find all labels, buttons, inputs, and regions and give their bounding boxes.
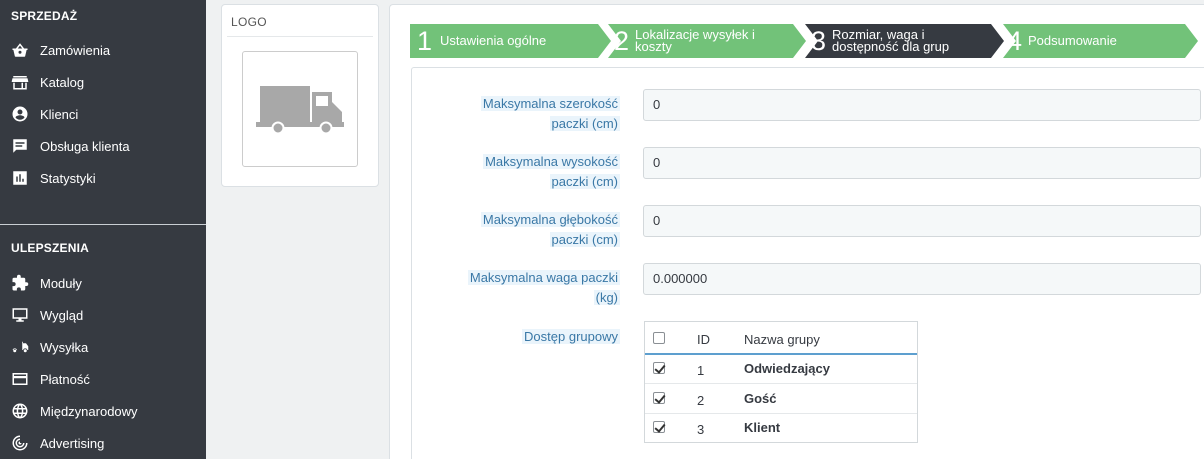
puzzle-icon [11, 274, 29, 292]
table-header: ID Nazwa grupy [645, 322, 917, 355]
step-title-line2: dostępność dla grup [832, 39, 950, 54]
group-id: 3 [697, 422, 705, 437]
sidebar-item-customers[interactable]: Klienci [0, 100, 206, 128]
logo-card-title: LOGO [231, 15, 267, 29]
sidebar-item-label: Katalog [40, 74, 85, 90]
column-header-group-name: Nazwa grupy [744, 332, 820, 347]
store-icon [11, 73, 29, 91]
group-checkbox[interactable] [653, 362, 665, 374]
table-row[interactable]: 1 Odwiedzający [645, 355, 917, 384]
max-depth-label: Maksymalna głębokość paczki (cm) [480, 212, 620, 247]
sidebar-item-design[interactable]: Wygląd [0, 301, 206, 329]
logo-card: LOGO [221, 4, 379, 187]
group-access-table: ID Nazwa grupy 1 Odwiedzający 2 Gość 3 K… [644, 321, 918, 443]
group-id: 2 [697, 393, 705, 408]
truck-icon [11, 338, 29, 356]
table-row[interactable]: 2 Gość [645, 385, 917, 414]
select-all-checkbox[interactable] [653, 332, 665, 344]
sidebar-item-shipping[interactable]: Wysyłka [0, 333, 206, 361]
group-id: 1 [697, 363, 705, 378]
step-number: 3 [811, 26, 827, 56]
globe-icon [11, 402, 29, 420]
wizard-step-3[interactable]: 3 Rozmiar, waga i dostępność dla grup [805, 24, 1004, 58]
wizard-step-4[interactable]: 4 Podsumowanie [1003, 24, 1198, 58]
sidebar-item-label: Klienci [40, 106, 79, 122]
max-weight-input[interactable]: 0.000000 [643, 263, 1201, 295]
wizard-step-1[interactable]: 1 Ustawienia ogólne [410, 24, 611, 58]
group-name: Gość [744, 391, 777, 406]
step-number: 4 [1007, 26, 1023, 56]
sidebar-item-statistics[interactable]: Statystyki [0, 164, 206, 192]
sidebar-item-catalog[interactable]: Katalog [0, 68, 206, 96]
sidebar-item-label: Moduły [40, 275, 82, 291]
group-access-label: Dostęp grupowy [522, 329, 620, 344]
group-checkbox[interactable] [653, 392, 665, 404]
shopping-basket-icon [11, 41, 29, 59]
step-number: 1 [417, 26, 433, 56]
sidebar-item-label: Zamówienia [40, 42, 111, 58]
sidebar-item-label: Wysyłka [40, 339, 89, 355]
carrier-wizard-panel: 1 Ustawienia ogólne 2 Lokalizacje wysyłe… [389, 4, 1204, 459]
sidebar-item-payment[interactable]: Płatność [0, 365, 206, 393]
sidebar-item-modules[interactable]: Moduły [0, 269, 206, 297]
carrier-logo-image [242, 51, 358, 167]
sidebar-item-label: Wygląd [40, 307, 84, 323]
sidebar-item-label: Międzynarodowy [40, 403, 138, 419]
sidebar-item-label: Statystyki [40, 170, 96, 186]
sidebar-item-orders[interactable]: Zamówienia [0, 36, 206, 64]
sidebar: SPRZEDAŻ Zamówienia Katalog Klienci Obsł… [0, 0, 206, 459]
max-height-input[interactable]: 0 [643, 147, 1201, 179]
group-name: Odwiedzający [744, 361, 830, 376]
max-weight-label: Maksymalna waga paczki (kg) [467, 270, 620, 305]
step-title: Podsumowanie [1028, 33, 1117, 48]
truck-placeholder-icon [256, 86, 344, 135]
chat-icon [11, 137, 29, 155]
bar-chart-icon [11, 169, 29, 187]
max-width-input[interactable]: 0 [643, 89, 1201, 121]
step-title: Ustawienia ogólne [440, 33, 547, 48]
sidebar-item-customer-service[interactable]: Obsługa klienta [0, 132, 206, 160]
desktop-icon [11, 306, 29, 324]
wizard-step-2[interactable]: 2 Lokalizacje wysyłek i koszty [608, 24, 806, 58]
step-number: 2 [614, 26, 630, 56]
group-name: Klient [744, 420, 781, 435]
sidebar-item-international[interactable]: Międzynarodowy [0, 397, 206, 425]
section-title-improve: ULEPSZENIA [11, 241, 90, 255]
credit-card-icon [11, 370, 29, 388]
sidebar-item-label: Obsługa klienta [40, 138, 130, 154]
sidebar-item-label: Płatność [40, 371, 90, 387]
step-title-line2: koszty [635, 39, 672, 54]
max-height-label: Maksymalna wysokość paczki (cm) [483, 154, 620, 189]
advertising-icon [11, 434, 29, 452]
table-row[interactable]: 3 Klient [645, 414, 917, 443]
group-checkbox[interactable] [653, 421, 665, 433]
account-circle-icon [11, 105, 29, 123]
max-depth-input[interactable]: 0 [643, 205, 1201, 237]
column-header-id: ID [697, 332, 710, 347]
max-width-label: Maksymalna szerokość paczki (cm) [480, 96, 620, 131]
section-title-sell: SPRZEDAŻ [11, 9, 78, 23]
logo-card-divider [227, 36, 373, 37]
size-weight-form: Maksymalna szerokość paczki (cm) 0 Maksy… [411, 67, 1204, 459]
sidebar-item-advertising[interactable]: Advertising [0, 429, 206, 457]
sidebar-divider [0, 224, 206, 225]
wizard-steps: 1 Ustawienia ogólne 2 Lokalizacje wysyłe… [410, 24, 1200, 58]
sidebar-item-label: Advertising [40, 435, 105, 451]
